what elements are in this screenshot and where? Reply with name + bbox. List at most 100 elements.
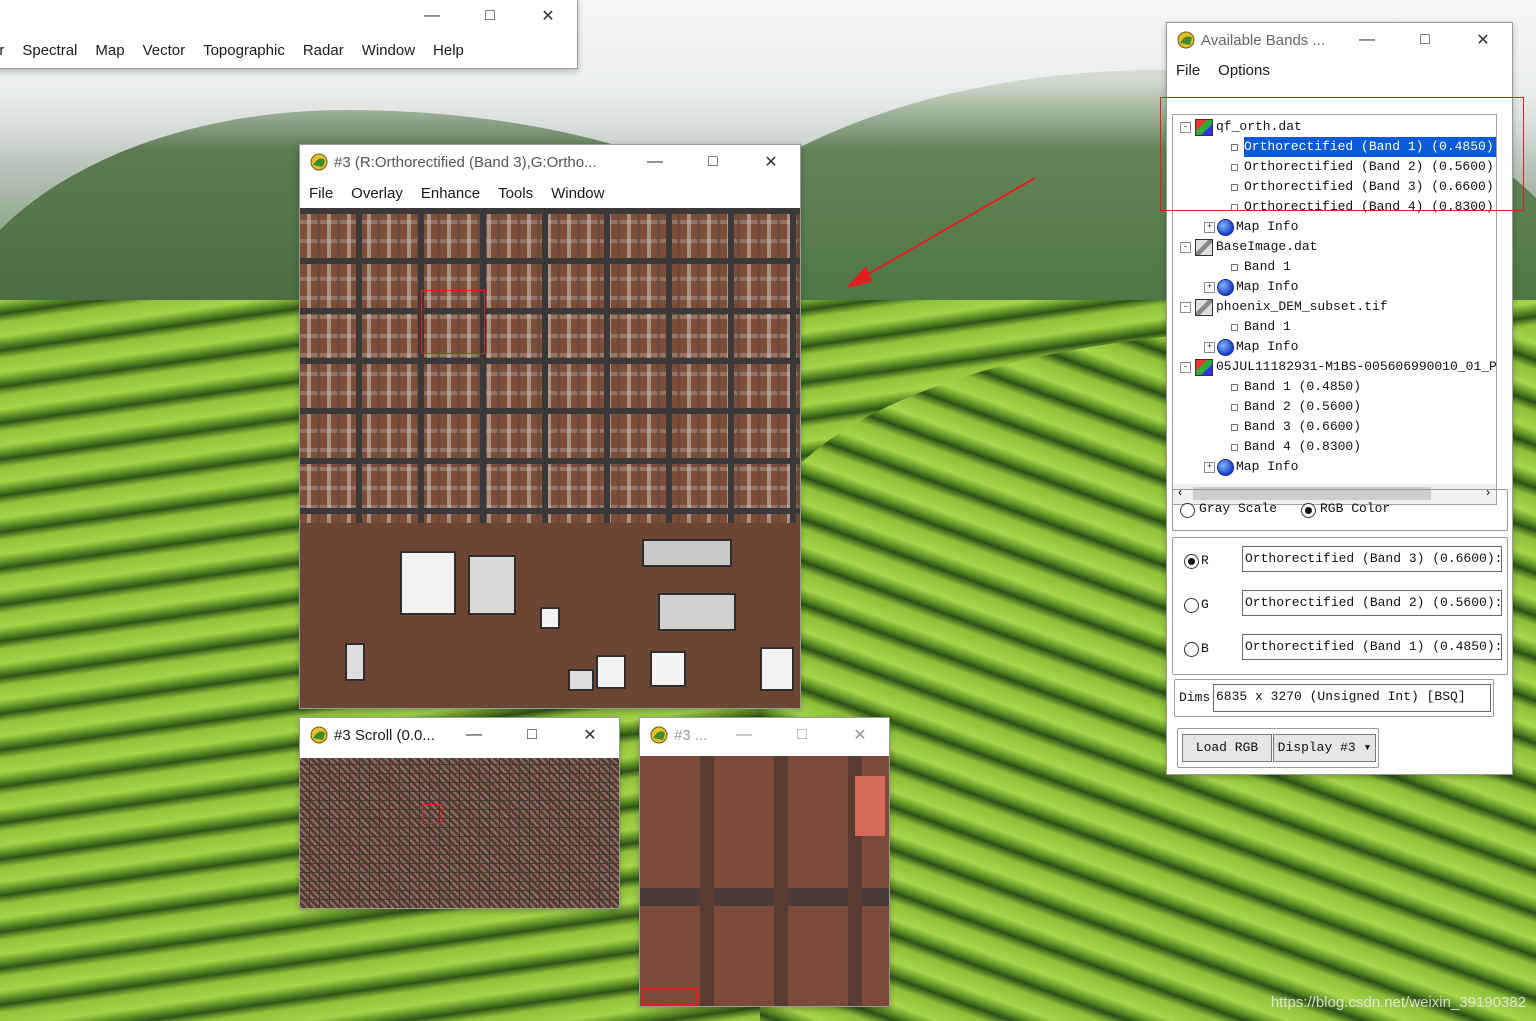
tree-band-item[interactable]: Band 1 [1244, 257, 1294, 277]
maximize-icon[interactable]: □ [503, 718, 561, 752]
zoom-window: #3 ... — □ ✕ [639, 717, 890, 1007]
tree-band-item[interactable]: Band 1 [1244, 317, 1294, 337]
maximize-icon[interactable]: □ [1396, 23, 1454, 57]
dims-field: 6835 x 3270 (Unsigned Int) [BSQ] [1213, 684, 1491, 712]
menu-item-help[interactable]: Help [433, 42, 464, 59]
building-rooftop [658, 593, 736, 631]
globe-icon [1217, 459, 1234, 476]
image-region-box[interactable] [422, 804, 442, 824]
rgb-channel-group: R Orthorectified (Band 3) (0.6600):q G O… [1172, 537, 1508, 675]
tree-file-node[interactable]: phoenix_DEM_subset.tif [1216, 297, 1391, 317]
tree-band-item[interactable]: Map Info [1236, 457, 1301, 477]
tree-band-item[interactable]: Band 2 (0.5600) [1244, 397, 1364, 417]
zoom-window-titlebar[interactable]: #3 ... — □ ✕ [640, 718, 889, 752]
menu-item-file[interactable]: File [1176, 62, 1200, 79]
image-display-pane[interactable] [300, 208, 800, 708]
dims-label: Dims [1179, 690, 1211, 705]
zoom-window-title: #3 ... [674, 726, 708, 744]
menu-item-map[interactable]: Map [95, 42, 124, 59]
menu-item-vector[interactable]: Vector [143, 42, 186, 59]
minimize-icon[interactable]: — [626, 145, 684, 179]
menu-item-file[interactable]: File [309, 185, 333, 202]
scroll-window: #3 Scroll (0.0... — □ ✕ [299, 717, 620, 909]
building-rooftop [400, 551, 456, 615]
bands-window-menubar: File Options [1167, 57, 1512, 83]
collapse-icon[interactable]: - [1180, 362, 1191, 373]
zoom-region-box[interactable] [421, 290, 485, 354]
close-icon[interactable]: ✕ [561, 718, 619, 752]
tree-band-item[interactable]: Map Info [1236, 337, 1301, 357]
minimize-icon[interactable]: — [445, 718, 503, 752]
menu-item-window[interactable]: Window [551, 185, 604, 202]
blue-channel-radio[interactable] [1184, 642, 1199, 657]
file-gray-icon [1195, 299, 1213, 316]
blue-channel-field[interactable]: Orthorectified (Band 1) (0.4850):q [1242, 634, 1502, 660]
tree-band-item[interactable]: Band 4 (0.8300) [1244, 437, 1364, 457]
minimize-icon[interactable]: — [1338, 23, 1396, 57]
expand-icon[interactable]: + [1204, 222, 1215, 233]
gray-scale-radio[interactable] [1180, 503, 1195, 518]
close-icon[interactable]: ✕ [519, 0, 577, 33]
menu-item-enhance[interactable]: Enhance [421, 185, 480, 202]
building-rooftop [468, 555, 516, 615]
tree-file-node[interactable]: 05JUL11182931-M1BS-005606990010_01_P [1216, 357, 1496, 377]
close-icon[interactable]: ✕ [742, 145, 800, 179]
color-mode-group: Gray Scale RGB Color [1172, 489, 1508, 531]
expand-icon[interactable]: + [1204, 282, 1215, 293]
menu-item-window[interactable]: Window [362, 42, 415, 59]
menu-item-options[interactable]: Options [1218, 62, 1270, 79]
maximize-icon[interactable]: □ [461, 0, 519, 33]
main-menubar: er Spectral Map Vector Topographic Radar… [0, 37, 482, 63]
menu-item-overlay[interactable]: Overlay [351, 185, 403, 202]
bands-window-titlebar[interactable]: Available Bands ... — □ ✕ [1167, 23, 1512, 57]
red-channel-radio[interactable] [1184, 554, 1199, 569]
zoom-display-pane[interactable] [640, 756, 889, 1006]
display-button[interactable]: Display #3 ▾ [1273, 734, 1376, 762]
envi-app-icon [310, 153, 328, 171]
band-bullet-icon [1231, 384, 1238, 391]
close-icon[interactable]: ✕ [831, 718, 889, 752]
window-controls: — □ ✕ [715, 718, 889, 752]
minimize-icon[interactable]: — [403, 0, 461, 33]
annotation-highlight-box [1160, 97, 1524, 211]
scroll-display-pane[interactable] [300, 758, 619, 908]
envi-app-icon [1177, 31, 1195, 49]
green-channel-radio[interactable] [1184, 598, 1199, 613]
envi-app-icon [650, 726, 668, 744]
building-rooftop [568, 669, 594, 691]
green-channel-field[interactable]: Orthorectified (Band 2) (0.5600):q [1242, 590, 1502, 616]
rooftop-patch [855, 776, 885, 836]
tree-band-item[interactable]: Map Info [1236, 277, 1301, 297]
tree-band-item[interactable]: Band 3 (0.6600) [1244, 417, 1364, 437]
minimize-icon[interactable]: — [715, 718, 773, 752]
menu-item-er[interactable]: er [0, 42, 4, 59]
industrial-area [300, 523, 800, 708]
building-rooftop [596, 655, 626, 689]
gray-scale-label: Gray Scale [1199, 501, 1278, 516]
maximize-icon[interactable]: □ [773, 718, 831, 752]
scroll-window-titlebar[interactable]: #3 Scroll (0.0... — □ ✕ [300, 718, 619, 752]
expand-icon[interactable]: + [1204, 462, 1215, 473]
building-rooftop [760, 647, 794, 691]
image-window-menubar: File Overlay Enhance Tools Window [300, 179, 800, 207]
red-channel-field[interactable]: Orthorectified (Band 3) (0.6600):q [1242, 546, 1502, 572]
tree-file-node[interactable]: BaseImage.dat [1216, 237, 1320, 257]
load-rgb-button[interactable]: Load RGB [1182, 734, 1272, 762]
building-rooftop [345, 643, 365, 681]
expand-icon[interactable]: + [1204, 342, 1215, 353]
dims-group: Dims 6835 x 3270 (Unsigned Int) [BSQ] [1174, 679, 1494, 717]
collapse-icon[interactable]: - [1180, 242, 1191, 253]
collapse-icon[interactable]: - [1180, 302, 1191, 313]
tree-band-item[interactable]: Map Info [1236, 217, 1301, 237]
globe-icon [1217, 279, 1234, 296]
menu-item-tools[interactable]: Tools [498, 185, 533, 202]
tree-band-item[interactable]: Band 1 (0.4850) [1244, 377, 1364, 397]
close-icon[interactable]: ✕ [1454, 23, 1512, 57]
menu-item-spectral[interactable]: Spectral [22, 42, 77, 59]
menu-item-topographic[interactable]: Topographic [203, 42, 285, 59]
image-window-titlebar[interactable]: #3 (R:Orthorectified (Band 3),G:Ortho...… [300, 145, 800, 179]
zoom-controls-box[interactable] [642, 987, 698, 1005]
maximize-icon[interactable]: □ [684, 145, 742, 179]
menu-item-radar[interactable]: Radar [303, 42, 344, 59]
rgb-color-radio[interactable] [1301, 503, 1316, 518]
